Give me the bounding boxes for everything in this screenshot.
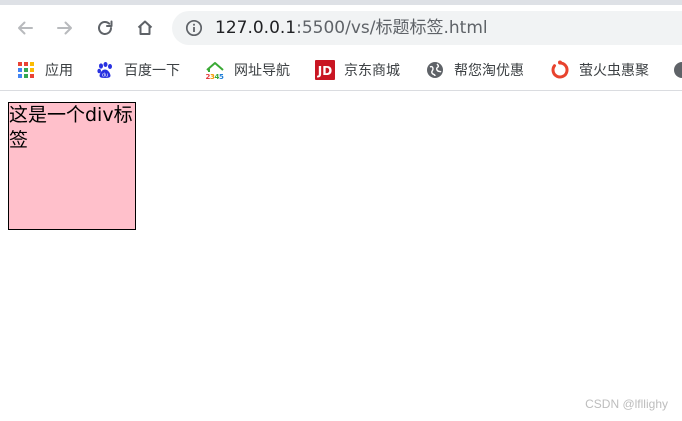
bookmark-jd[interactable]: JD 京东商城 [315,58,400,82]
bookmark-overflow[interactable] [672,58,682,82]
info-icon[interactable] [185,19,203,37]
jd-logo-icon: JD [315,60,335,80]
reload-button[interactable] [88,11,122,45]
bookmark-taoyouhui[interactable]: 帮您淘优惠 [425,58,524,82]
svg-text:5: 5 [219,73,224,80]
demo-div-box: 这是一个div标签 [8,102,136,230]
2345-house-icon: 2 3 4 5 [205,60,225,80]
firefly-ring-icon [550,60,570,80]
url-host: 127.0.0.1 [215,18,297,38]
bookmark-label: 百度一下 [124,63,180,79]
bookmark-label: 萤火虫惠聚 [579,63,649,79]
bookmarks-bar: 应用 du 百度一下 2 3 4 5 网址导航 JD 京东商城 帮您淘优惠 萤火… [0,52,682,91]
bookmark-apps[interactable]: 应用 [16,58,73,82]
svg-text:du: du [102,73,108,79]
bookmark-yinghuochong[interactable]: 萤火虫惠聚 [550,58,649,82]
globe-icon [425,60,445,80]
back-button[interactable] [8,11,42,45]
forward-button[interactable] [48,11,82,45]
url-path: :5500/vs/标题标签.html [296,18,488,38]
bookmark-2345[interactable]: 2 3 4 5 网址导航 [205,58,290,82]
arrow-left-icon [18,21,33,35]
bookmark-label: 应用 [45,63,73,79]
arrow-right-icon [57,21,72,35]
bookmark-baidu[interactable]: du 百度一下 [95,58,180,82]
bookmark-label: 京东商城 [344,63,400,79]
globe-icon [672,60,682,80]
home-icon [137,20,153,35]
home-button[interactable] [128,11,162,45]
page-viewport: 这是一个div标签 CSDN @lfllighy [0,91,682,421]
browser-toolbar: 127.0.0.1:5500/vs/标题标签.html [0,5,682,52]
bookmark-label: 网址导航 [234,63,290,79]
apps-grid-icon [16,60,36,80]
reload-icon [98,20,113,35]
url-text[interactable]: 127.0.0.1:5500/vs/标题标签.html [215,17,488,39]
svg-text:JD: JD [317,64,332,78]
csdn-watermark: CSDN @lfllighy [585,397,668,411]
baidu-paw-icon: du [95,60,115,80]
address-bar[interactable]: 127.0.0.1:5500/vs/标题标签.html [172,11,682,45]
bookmark-label: 帮您淘优惠 [454,63,524,79]
